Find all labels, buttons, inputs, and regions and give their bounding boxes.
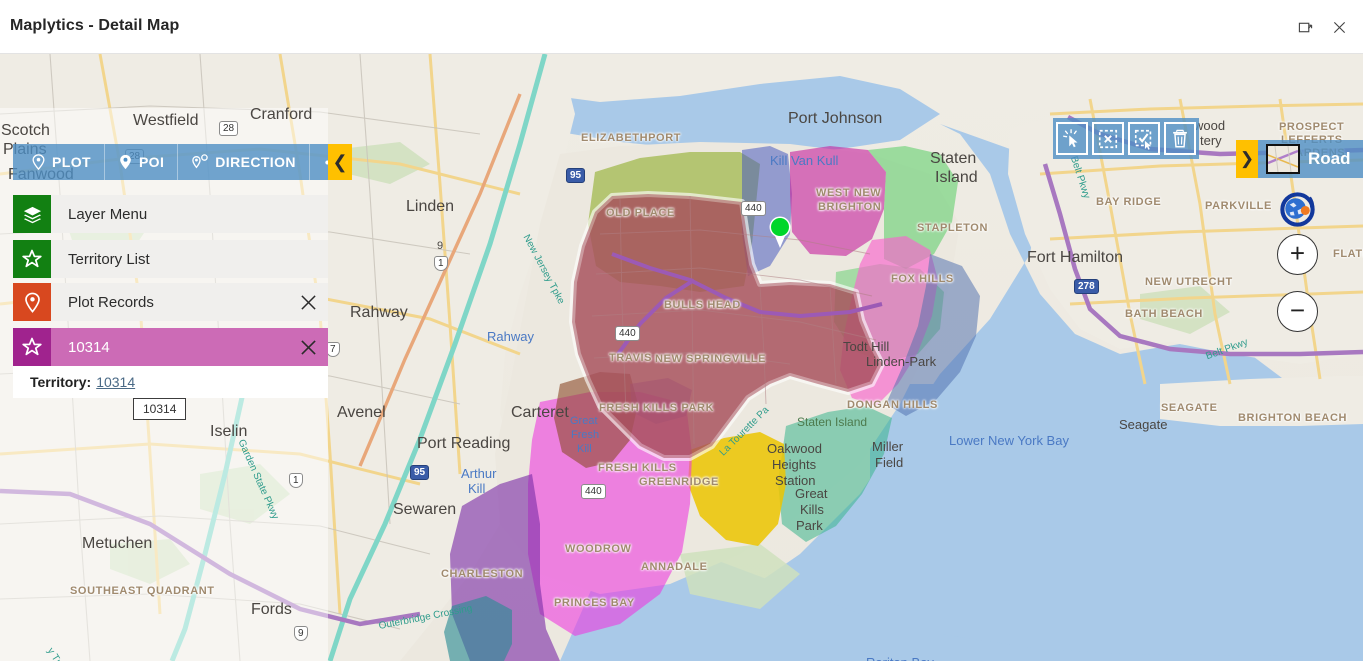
route-shield: 1 bbox=[289, 473, 303, 488]
route-shield: 7 bbox=[326, 342, 340, 357]
chevron-right-icon: ❯ bbox=[1239, 149, 1255, 168]
route-shield: 9 bbox=[294, 626, 308, 641]
maplytics-toolbar: PLOT POI DIRECTION ••• bbox=[13, 144, 340, 180]
plot-records-label: Plot Records bbox=[68, 293, 154, 311]
star-icon bbox=[13, 240, 51, 278]
route-shield: 440 bbox=[581, 484, 606, 499]
route-shield: 95 bbox=[566, 168, 586, 183]
selected-territory-label: 10314 bbox=[68, 338, 110, 356]
minus-icon: − bbox=[1289, 295, 1306, 325]
bing-map-canvas[interactable]: ScotchPlainsFanwoodWestfieldCranfordLind… bbox=[0, 54, 1363, 661]
close-icon[interactable] bbox=[1324, 14, 1354, 40]
route-shield: 1 bbox=[434, 256, 448, 271]
territory-tooltip: 10314 bbox=[133, 398, 187, 420]
title-bar: Maplytics - Detail Map bbox=[0, 0, 1363, 54]
tab-plot-label: PLOT bbox=[52, 154, 91, 170]
territory-teal-bottom bbox=[444, 596, 512, 661]
tab-direction-label: DIRECTION bbox=[215, 154, 296, 170]
chevron-left-icon: ❮ bbox=[332, 151, 348, 172]
map-type-label: Road bbox=[1308, 149, 1351, 168]
record-pin[interactable] bbox=[768, 215, 792, 249]
zoom-in-button[interactable]: + bbox=[1277, 234, 1318, 275]
map-type-expand-button[interactable]: ❯ bbox=[1236, 140, 1258, 178]
plus-icon: + bbox=[1289, 238, 1306, 268]
poi-pin-icon bbox=[120, 154, 131, 170]
plot-pin-icon bbox=[32, 154, 45, 170]
layer-menu-label: Layer Menu bbox=[68, 205, 148, 223]
map-pin-icon bbox=[13, 283, 51, 321]
tab-poi[interactable]: POI bbox=[105, 144, 179, 180]
route-shield: 95 bbox=[410, 465, 430, 480]
direction-pin-icon bbox=[192, 154, 209, 169]
restore-window-icon[interactable] bbox=[1290, 14, 1320, 40]
selected-territory-close-icon[interactable] bbox=[288, 328, 328, 366]
map-type-current[interactable]: Road bbox=[1258, 140, 1363, 178]
tab-direction[interactable]: DIRECTION bbox=[178, 144, 310, 180]
territory-list-label: Territory List bbox=[68, 250, 150, 268]
plot-records-close-icon[interactable] bbox=[288, 283, 328, 321]
route-shield: 28 bbox=[219, 121, 239, 136]
route-shield: 440 bbox=[741, 201, 766, 216]
star-icon bbox=[13, 328, 51, 366]
map-tool-cluster bbox=[1053, 118, 1199, 159]
tab-poi-label: POI bbox=[138, 154, 165, 170]
page-title: Maplytics - Detail Map bbox=[10, 17, 180, 34]
route-shield: 278 bbox=[1074, 279, 1099, 294]
sidebar-item-layer-menu[interactable]: Layer Menu bbox=[13, 195, 328, 233]
panel-collapse-button[interactable]: ❮ bbox=[328, 144, 352, 180]
layers-icon bbox=[13, 195, 51, 233]
zoom-out-button[interactable]: − bbox=[1277, 291, 1318, 332]
tooltip-text: 10314 bbox=[143, 402, 177, 416]
trash-icon[interactable] bbox=[1164, 122, 1196, 155]
box-deselect-icon[interactable] bbox=[1092, 122, 1124, 155]
sidebar-item-plot-records[interactable]: Plot Records bbox=[13, 283, 328, 321]
box-select-check-icon[interactable] bbox=[1128, 122, 1160, 155]
sidebar-item-territory-list[interactable]: Territory List bbox=[13, 240, 328, 278]
territory-field-label: Territory: bbox=[30, 374, 92, 390]
map-type-selector: ❯ Road bbox=[1236, 140, 1363, 178]
route-shield: 440 bbox=[615, 326, 640, 341]
territory-detail-row: Territory: 10314 bbox=[13, 366, 328, 398]
road-map-thumb-icon bbox=[1266, 144, 1300, 174]
territory-field-value-link[interactable]: 10314 bbox=[96, 374, 135, 390]
globe-locate-icon[interactable] bbox=[1277, 189, 1318, 230]
sidebar-item-selected-territory[interactable]: 10314 bbox=[13, 328, 328, 366]
maplytics-detail-map-window: Maplytics - Detail Map Scotch Westfield … bbox=[0, 0, 1363, 661]
cursor-select-icon[interactable] bbox=[1056, 122, 1088, 155]
tab-plot[interactable]: PLOT bbox=[13, 144, 105, 180]
